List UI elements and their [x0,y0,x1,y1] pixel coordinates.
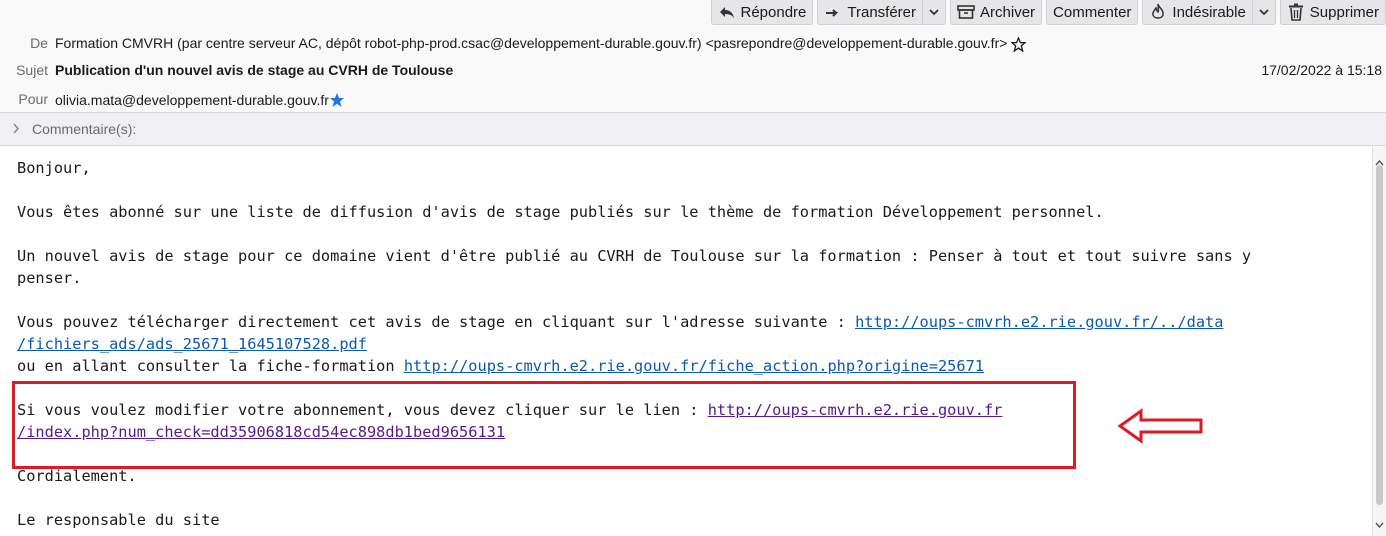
closing: Cordialement. [17,467,137,485]
subject-value: Publication d'un nouvel avis de stage au… [55,62,454,78]
comments-label: Commentaire(s): [32,121,137,137]
message-header: De Formation CMVRH (par centre serveur A… [0,0,1386,112]
paragraph-2b: penser. [17,269,82,287]
scroll-down-icon[interactable] [1375,513,1384,532]
subject-label: Sujet [16,62,48,78]
star-filled-icon[interactable] [329,91,345,108]
to-field[interactable]: olivia.mata@developpement-durable.gouv.f… [55,91,345,108]
from-value[interactable]: Formation CMVRH (par centre serveur AC, … [55,35,1007,51]
to-label: Pour [18,91,48,107]
signature: Le responsable du site [17,511,220,529]
from-field[interactable]: Formation CMVRH (par centre serveur AC, … [55,35,1028,53]
paragraph-3: Vous pouvez télécharger directement cet … [17,313,856,331]
message-text: Bonjour, Vous êtes abonné sur une liste … [0,147,1373,531]
fiche-formation-link[interactable]: http://oups-cmvrh.e2.rie.gouv.fr/fiche_a… [404,357,984,375]
highlight-box-annotation [12,381,1076,469]
pdf-link-part1[interactable]: http://oups-cmvrh.e2.rie.gouv.fr/../data [855,313,1223,331]
to-value[interactable]: olivia.mata@developpement-durable.gouv.f… [55,92,329,108]
chevron-right-icon[interactable] [12,121,26,137]
pdf-link-part2[interactable]: /fichiers_ads/ads_25671_1645107528.pdf [17,335,367,353]
comments-bar[interactable]: Commentaire(s): [0,113,1386,146]
body-scrollbar[interactable] [1372,147,1386,536]
paragraph-1: Vous êtes abonné sur une liste de diffus… [17,203,1104,221]
star-outline-icon[interactable] [1010,35,1028,53]
from-label: De [30,35,48,51]
left-arrow-annotation [1117,408,1205,448]
message-body: Bonjour, Vous êtes abonné sur une liste … [0,147,1373,536]
date-value: 17/02/2022 à 15:18 [1261,62,1382,78]
scrollbar-thumb[interactable] [1376,165,1383,505]
paragraph-4: ou en allant consulter la fiche-formatio… [17,357,404,375]
paragraph-2a: Un nouvel avis de stage pour ce domaine … [17,247,1252,265]
greeting: Bonjour, [17,159,91,177]
